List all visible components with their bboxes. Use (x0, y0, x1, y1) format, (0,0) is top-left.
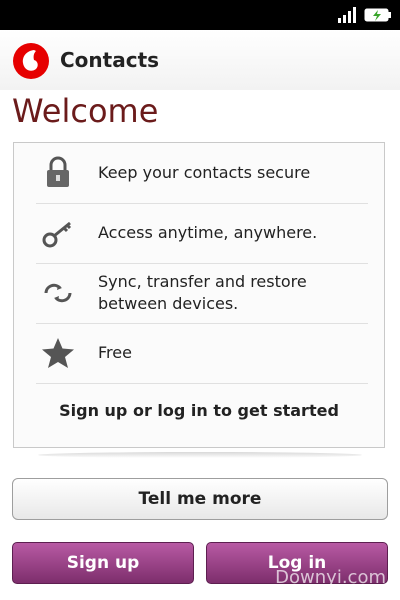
sync-icon (44, 283, 72, 303)
app-header: Contacts (0, 30, 400, 90)
feature-item-sync: Sync, transfer and restore between devic… (14, 263, 386, 323)
divider (36, 383, 368, 384)
tell-me-more-button[interactable]: Tell me more (12, 478, 388, 520)
watermark-text: Downyi.com (275, 567, 386, 588)
feature-label: Free (98, 343, 132, 362)
feature-label: Sync, transfer and restore between devic… (98, 272, 307, 313)
key-icon (42, 221, 72, 248)
feature-label: Keep your contacts secure (98, 163, 311, 182)
feature-label: Access anytime, anywhere. (98, 223, 318, 242)
sign-up-button[interactable]: Sign up (12, 542, 194, 584)
feature-item-access: Access anytime, anywhere. (14, 203, 386, 263)
welcome-heading: Welcome (12, 92, 159, 130)
app-title: Contacts (60, 48, 160, 72)
signal-strength-icon (338, 7, 356, 23)
status-bar (0, 0, 400, 30)
feature-item-free: Free (14, 323, 386, 383)
battery-charging-icon (364, 8, 391, 22)
lock-icon (47, 156, 69, 187)
vodafone-logo-icon (13, 43, 49, 79)
star-icon (42, 338, 74, 368)
card-shadow (38, 452, 362, 458)
card-cta-text: Sign up or log in to get started (59, 401, 339, 420)
feature-item-secure: Keep your contacts secure (14, 143, 386, 203)
features-card: Keep your contacts secure Access anytime… (13, 142, 385, 448)
